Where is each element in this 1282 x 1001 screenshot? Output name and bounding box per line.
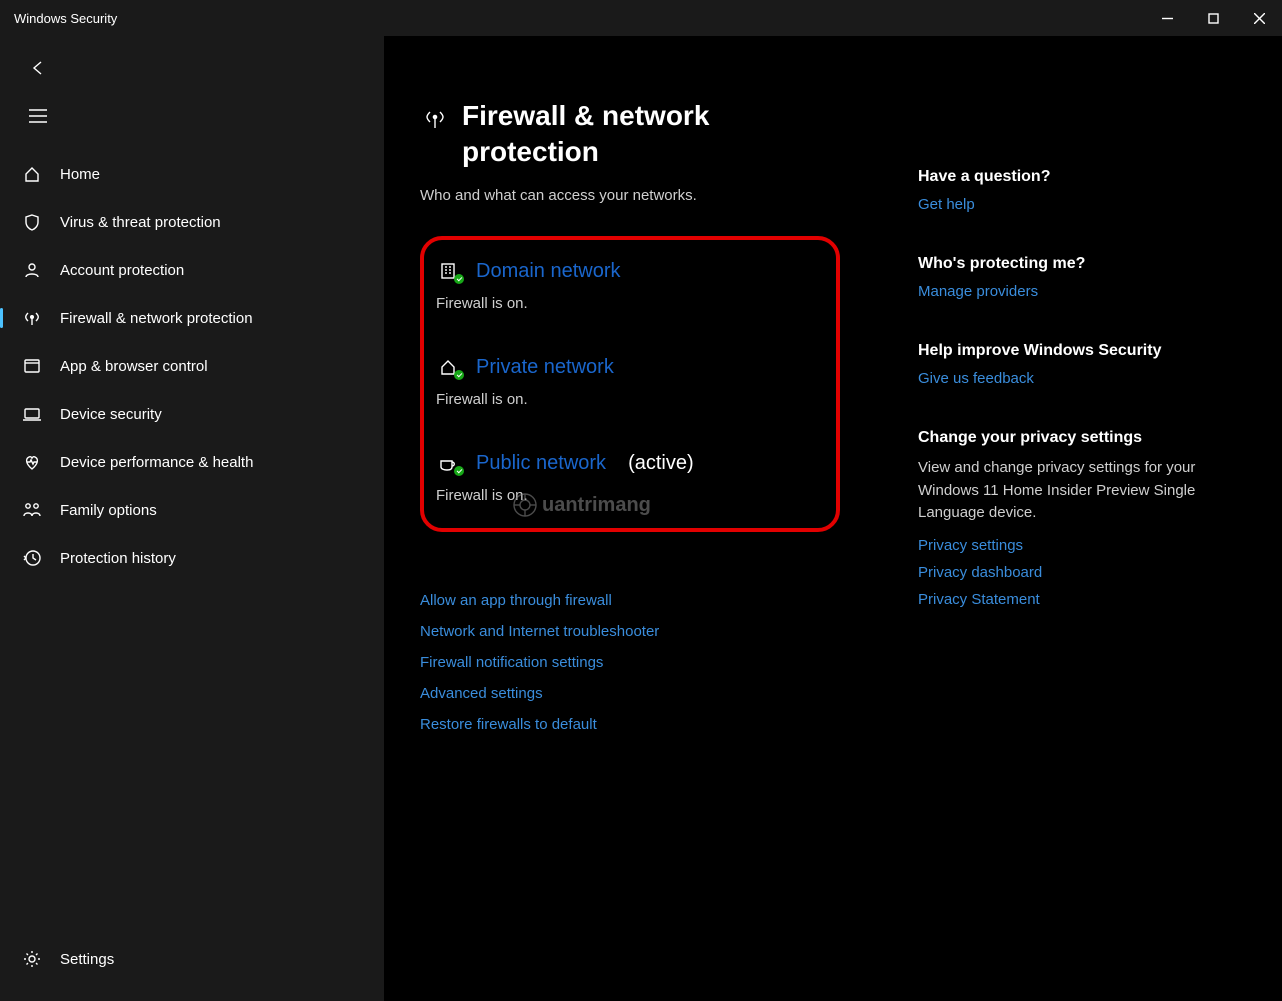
sidebar-item-label: Protection history	[60, 550, 176, 567]
sidebar-item-label: Settings	[60, 951, 114, 968]
sidebar-item-label: App & browser control	[60, 358, 208, 375]
sidebar-item-virus[interactable]: Virus & threat protection	[0, 198, 384, 246]
sidebar-item-appbrowser[interactable]: App & browser control	[0, 342, 384, 390]
history-icon	[22, 548, 42, 568]
network-status: Firewall is on.	[436, 295, 820, 312]
home-icon	[22, 164, 42, 184]
network-highlight-box: Domain network Firewall is on. Private n…	[420, 236, 840, 532]
heart-icon	[22, 452, 42, 472]
network-private[interactable]: Private network Firewall is on.	[430, 356, 820, 408]
sidebar-item-label: Family options	[60, 502, 157, 519]
sidebar: Home Virus & threat protection Account p…	[0, 36, 384, 1001]
network-status: Firewall is on.	[436, 391, 820, 408]
window-controls	[1144, 0, 1282, 36]
link-advanced-settings[interactable]: Advanced settings	[420, 685, 840, 702]
app-icon	[22, 356, 42, 376]
window-title: Windows Security	[14, 11, 117, 26]
house-icon	[436, 356, 460, 378]
aside: Have a question? Get help Who's protecti…	[918, 168, 1218, 1001]
network-domain[interactable]: Domain network Firewall is on.	[430, 260, 820, 312]
firewall-links: Allow an app through firewall Network an…	[420, 592, 840, 733]
hamburger-button[interactable]	[18, 96, 58, 136]
link-allow-app[interactable]: Allow an app through firewall	[420, 592, 840, 609]
sidebar-item-account[interactable]: Account protection	[0, 246, 384, 294]
link-troubleshooter[interactable]: Network and Internet troubleshooter	[420, 623, 840, 640]
sidebar-item-label: Account protection	[60, 262, 184, 279]
link-privacy-settings[interactable]: Privacy settings	[918, 537, 1218, 554]
aside-heading: Help improve Windows Security	[918, 342, 1218, 360]
minimize-button[interactable]	[1144, 0, 1190, 36]
link-restore-defaults[interactable]: Restore firewalls to default	[420, 716, 840, 733]
sidebar-item-devicesec[interactable]: Device security	[0, 390, 384, 438]
page-subtitle: Who and what can access your networks.	[420, 187, 840, 204]
main: Firewall & network protection Who and wh…	[384, 36, 1282, 1001]
account-icon	[22, 260, 42, 280]
sidebar-item-label: Firewall & network protection	[60, 310, 253, 327]
aside-protecting: Who's protecting me? Manage providers	[918, 255, 1218, 300]
aside-heading: Who's protecting me?	[918, 255, 1218, 273]
link-privacy-dashboard[interactable]: Privacy dashboard	[918, 564, 1218, 581]
cafe-icon	[436, 452, 460, 474]
aside-question: Have a question? Get help	[918, 168, 1218, 213]
network-link-label: Domain network	[476, 260, 621, 283]
aside-heading: Change your privacy settings	[918, 429, 1218, 447]
broadcast-icon	[420, 106, 450, 132]
sidebar-item-home[interactable]: Home	[0, 150, 384, 198]
network-link-label: Public network	[476, 452, 606, 475]
link-notification-settings[interactable]: Firewall notification settings	[420, 654, 840, 671]
sidebar-item-settings[interactable]: Settings	[0, 935, 384, 983]
sidebar-item-health[interactable]: Device performance & health	[0, 438, 384, 486]
aside-heading: Have a question?	[918, 168, 1218, 186]
link-get-help[interactable]: Get help	[918, 196, 1218, 213]
network-active-label: (active)	[628, 452, 694, 475]
network-public[interactable]: Public network (active) Firewall is on.	[430, 452, 820, 504]
maximize-button[interactable]	[1190, 0, 1236, 36]
sidebar-item-label: Device security	[60, 406, 162, 423]
sidebar-item-history[interactable]: Protection history	[0, 534, 384, 582]
aside-desc: View and change privacy settings for you…	[918, 457, 1218, 525]
broadcast-icon	[22, 308, 42, 328]
sidebar-item-label: Home	[60, 166, 100, 183]
sidebar-item-label: Device performance & health	[60, 454, 253, 471]
link-manage-providers[interactable]: Manage providers	[918, 283, 1218, 300]
aside-improve: Help improve Windows Security Give us fe…	[918, 342, 1218, 387]
link-privacy-statement[interactable]: Privacy Statement	[918, 591, 1218, 608]
network-link-label: Private network	[476, 356, 614, 379]
nav-items: Home Virus & threat protection Account p…	[0, 150, 384, 582]
device-icon	[22, 404, 42, 424]
sidebar-item-label: Virus & threat protection	[60, 214, 221, 231]
family-icon	[22, 500, 42, 520]
shield-icon	[22, 212, 42, 232]
sidebar-item-firewall[interactable]: Firewall & network protection	[0, 294, 384, 342]
aside-privacy: Change your privacy settings View and ch…	[918, 429, 1218, 608]
building-icon	[436, 260, 460, 282]
title-bar: Windows Security	[0, 0, 1282, 36]
network-status: Firewall is on.	[436, 487, 820, 504]
back-button[interactable]	[18, 48, 58, 88]
sidebar-item-family[interactable]: Family options	[0, 486, 384, 534]
link-feedback[interactable]: Give us feedback	[918, 370, 1218, 387]
gear-icon	[22, 949, 42, 969]
close-button[interactable]	[1236, 0, 1282, 36]
page-title: Firewall & network protection	[462, 98, 840, 171]
